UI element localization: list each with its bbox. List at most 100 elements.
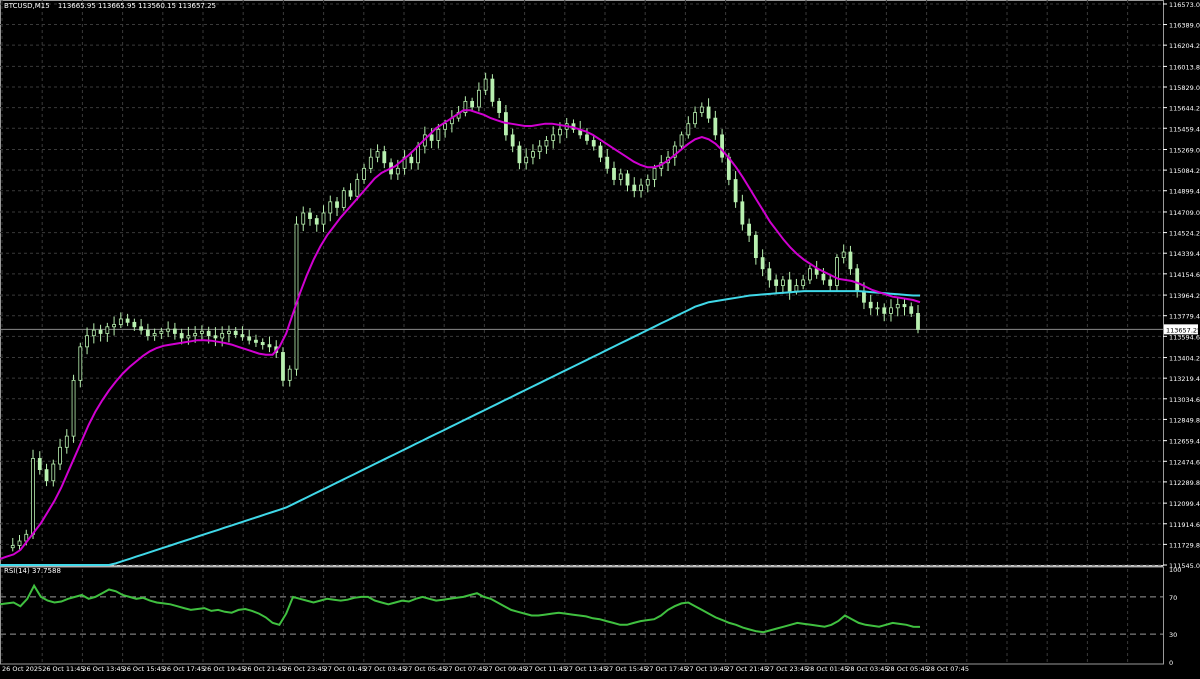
candle-body — [605, 156, 610, 169]
candle-body — [780, 279, 785, 286]
rsi-axis-label: 0 — [1169, 659, 1173, 667]
candle-body — [855, 268, 860, 292]
time-tick-label: 27 Oct 13:45 — [565, 665, 607, 673]
candle-body — [720, 134, 724, 158]
time-tick-label: 27 Oct 01:45 — [324, 665, 366, 673]
candle-body — [767, 268, 772, 281]
time-tick-label: 27 Oct 19:45 — [685, 665, 727, 673]
price-tick-label: 115644.20 — [1169, 105, 1200, 113]
price-tick-label: 116389.00 — [1169, 22, 1200, 30]
candle-body — [78, 346, 83, 381]
candle-body — [835, 257, 839, 286]
candle-body — [916, 312, 920, 330]
time-tick-label: 27 Oct 05:45 — [404, 665, 446, 673]
time-tick-label: 26 Oct 15:45 — [123, 665, 165, 673]
candle-body — [591, 140, 596, 147]
price-tick-label: 113779.40 — [1169, 313, 1200, 321]
candle-body — [787, 279, 792, 292]
price-tick-label: 114154.60 — [1169, 271, 1200, 279]
candle-body — [254, 339, 258, 343]
candle-body — [895, 304, 900, 309]
candle-body — [416, 145, 420, 164]
candle-body — [308, 212, 312, 219]
candle-body — [85, 335, 89, 348]
candle-body — [902, 304, 907, 308]
candle-body — [889, 307, 893, 314]
time-tick-label: 28 Oct 07:45 — [927, 665, 969, 673]
candle-body — [58, 446, 62, 465]
main-plot-frame — [0, 0, 1164, 566]
candle-body — [760, 257, 765, 270]
price-tick-label: 113594.60 — [1169, 333, 1200, 341]
candle-body — [362, 167, 366, 180]
candle-body — [51, 463, 56, 482]
candle-body — [443, 123, 448, 130]
price-tick-label: 114524.20 — [1169, 230, 1200, 238]
candle-body — [483, 78, 488, 91]
candle-body — [909, 306, 914, 314]
candle-body — [287, 368, 292, 381]
candle-body — [740, 201, 745, 225]
price-tick-label: 112289.80 — [1169, 479, 1200, 487]
price-tick-label: 113219.40 — [1169, 375, 1200, 383]
candle-body — [510, 134, 515, 147]
candle-body — [132, 321, 137, 328]
price-tick-label: 115829.00 — [1169, 84, 1200, 92]
rsi-axis-label: 70 — [1169, 594, 1177, 602]
candle-body — [112, 324, 116, 328]
candle-body — [193, 333, 198, 337]
candle-body — [524, 156, 529, 164]
candle-body — [733, 179, 738, 203]
ohlc-values: 113665.95 113665.95 113560.15 113657.25 — [57, 2, 217, 10]
candle-body — [699, 106, 704, 113]
candle-body — [585, 134, 589, 141]
candle-body — [105, 326, 110, 334]
time-tick-label: 27 Oct 07:45 — [444, 665, 486, 673]
candle-body — [497, 101, 502, 113]
candle-body — [490, 78, 495, 102]
price-tick-label: 112659.40 — [1169, 438, 1200, 446]
price-tick-label: 114339.40 — [1169, 250, 1200, 258]
candle-body — [639, 184, 643, 192]
candle-body — [139, 326, 144, 331]
candle-body — [227, 330, 231, 334]
candle-body — [281, 352, 285, 381]
price-tick-label: 116204.20 — [1169, 42, 1200, 50]
candle-body — [632, 184, 637, 192]
candle-body — [551, 134, 556, 141]
time-tick-label: 26 Oct 17:45 — [163, 665, 205, 673]
candle-body — [598, 145, 603, 158]
rsi-axis-label: 30 — [1169, 631, 1177, 639]
candle-body — [679, 134, 684, 147]
rsi-header: RSI(14) 37.7588 — [4, 567, 61, 575]
candle-body — [125, 318, 130, 323]
price-tick-label: 114709.00 — [1169, 209, 1200, 217]
chart-window: 116573.00 116389.00 116204.20 116013.80 1158… — [0, 0, 1200, 675]
price-tick-label: 113034.60 — [1169, 396, 1200, 404]
candle-body — [179, 333, 184, 339]
candle-body — [612, 167, 616, 180]
price-tick-label: 115459.40 — [1169, 125, 1200, 133]
candle-body — [355, 179, 360, 197]
price-tick-label: 114899.40 — [1169, 188, 1200, 196]
candle-body — [808, 268, 812, 281]
candle-body — [517, 145, 522, 164]
candle-body — [429, 134, 434, 141]
candle-body — [37, 458, 42, 471]
candle-body — [375, 151, 380, 158]
rsi-line — [0, 583, 921, 634]
time-tick-label: 27 Oct 11:45 — [525, 665, 567, 673]
candle-body — [645, 179, 650, 186]
candle-body — [98, 329, 103, 334]
candle-body — [693, 112, 697, 125]
price-tick-label: 112474.60 — [1169, 458, 1200, 466]
symbol-header: BTCUSD,M15 113665.95 113665.95 113560.15… — [4, 2, 216, 10]
candle-body — [868, 301, 873, 309]
candle-body — [233, 330, 238, 335]
candle-body — [436, 128, 441, 141]
candle-body — [220, 333, 225, 339]
price-tick-label: 115084.20 — [1169, 167, 1200, 175]
candle-body — [341, 190, 346, 208]
candle-body — [686, 123, 691, 136]
candle-body — [882, 307, 887, 314]
